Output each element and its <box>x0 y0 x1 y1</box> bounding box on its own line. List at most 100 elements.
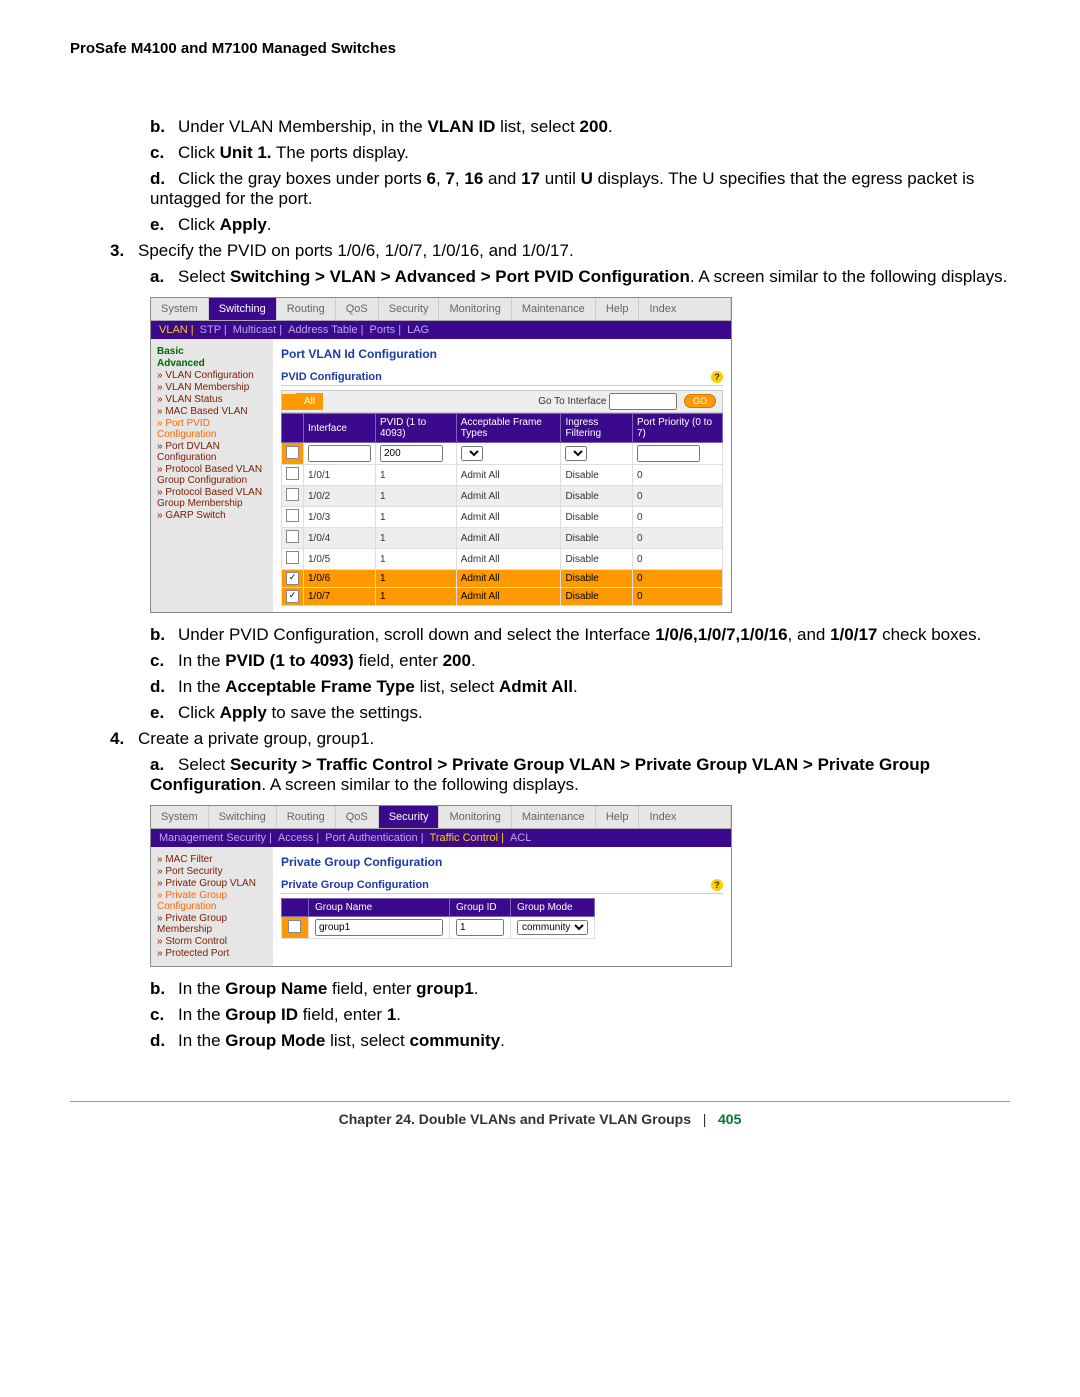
cell-aft: Admit All <box>456 486 561 507</box>
panel-title: Port VLAN Id Configuration <box>281 347 723 361</box>
sidebar-item[interactable]: » Private Group Membership <box>157 913 267 935</box>
col-header: Group Mode <box>511 899 595 917</box>
all-tab[interactable]: All <box>296 393 323 410</box>
cell-prio: 0 <box>632 588 722 606</box>
row-checkbox[interactable] <box>286 467 299 480</box>
pvid-config-screenshot: SystemSwitchingRoutingQoSSecurityMonitor… <box>150 297 732 613</box>
group-name-input[interactable] <box>315 919 443 936</box>
sidebar-basic[interactable]: Basic <box>157 346 267 357</box>
row-checkbox[interactable] <box>286 551 299 564</box>
subnav-access[interactable]: Access | <box>278 832 319 844</box>
cell-interface: 1/0/2 <box>304 486 376 507</box>
tab-monitoring[interactable]: Monitoring <box>439 806 511 828</box>
tab-monitoring[interactable]: Monitoring <box>439 298 511 320</box>
filter-aft-select[interactable] <box>461 446 483 461</box>
cell-prio: 0 <box>632 486 722 507</box>
tab-qos[interactable]: QoS <box>336 806 379 828</box>
tab-security[interactable]: Security <box>379 806 440 828</box>
subnav-vlan[interactable]: VLAN | <box>159 324 194 336</box>
sidebar-item[interactable]: » GARP Switch <box>157 510 267 521</box>
sub-nav: VLAN | STP | Multicast | Address Table | Por… <box>151 321 731 339</box>
subnav-management-security[interactable]: Management Security | <box>159 832 272 844</box>
tab-system[interactable]: System <box>151 298 209 320</box>
cell-aft: Admit All <box>456 465 561 486</box>
panel-title: Private Group Configuration <box>281 855 723 869</box>
subnav-ports[interactable]: Ports | <box>370 324 402 336</box>
tab-help[interactable]: Help <box>596 806 640 828</box>
group-mode-select[interactable]: community <box>517 920 588 935</box>
sidebar-advanced[interactable]: Advanced <box>157 358 267 369</box>
instructions: b.Under VLAN Membership, in the VLAN ID … <box>70 117 1010 1051</box>
col-header <box>282 899 309 917</box>
subnav-multicast[interactable]: Multicast | <box>233 324 282 336</box>
tab-switching[interactable]: Switching <box>209 298 277 320</box>
sidebar-item[interactable]: » Protected Port <box>157 948 267 959</box>
row-checkbox[interactable] <box>286 509 299 522</box>
row-checkbox[interactable] <box>288 920 301 933</box>
sidebar: » MAC Filter» Port Security» Private Gro… <box>151 847 273 966</box>
box-title: Private Group Configuration <box>281 879 429 891</box>
subnav-stp[interactable]: STP | <box>200 324 227 336</box>
go-button[interactable]: GO <box>684 394 716 408</box>
cell-prio: 0 <box>632 570 722 588</box>
sidebar-item[interactable]: » VLAN Membership <box>157 382 267 393</box>
cell-ing: Disable <box>561 588 633 606</box>
cell-interface: 1/0/6 <box>304 570 376 588</box>
tab-routing[interactable]: Routing <box>277 806 336 828</box>
step-4: Create a private group, group1. <box>138 729 374 748</box>
row-checkbox[interactable] <box>286 590 299 603</box>
filter-pvid-input[interactable] <box>380 445 443 462</box>
filter-interface-input[interactable] <box>308 445 371 462</box>
help-icon[interactable]: ? <box>711 879 723 891</box>
sidebar-item[interactable]: » Storm Control <box>157 936 267 947</box>
step-text: Under VLAN Membership, in the <box>178 117 427 136</box>
cell-pvid: 1 <box>376 507 457 528</box>
row-checkbox[interactable] <box>286 572 299 585</box>
sidebar-item[interactable]: » Protocol Based VLAN Group Configuratio… <box>157 464 267 486</box>
subnav-address-table[interactable]: Address Table | <box>288 324 363 336</box>
sidebar-item[interactable]: » Port DVLAN Configuration <box>157 441 267 463</box>
sidebar-item[interactable]: » VLAN Configuration <box>157 370 267 381</box>
tab-help[interactable]: Help <box>596 298 640 320</box>
select-all-checkbox[interactable] <box>286 446 299 459</box>
tab-routing[interactable]: Routing <box>277 298 336 320</box>
filter-ing-select[interactable] <box>565 446 587 461</box>
subnav-lag[interactable]: LAG <box>407 324 429 336</box>
cell-aft: Admit All <box>456 528 561 549</box>
row-checkbox[interactable] <box>286 488 299 501</box>
tab-system[interactable]: System <box>151 806 209 828</box>
sidebar-item[interactable]: » Private Group Configuration <box>157 890 267 912</box>
sidebar-item[interactable]: » MAC Filter <box>157 854 267 865</box>
tab-switching[interactable]: Switching <box>209 806 277 828</box>
main-panel: Port VLAN Id Configuration PVID Configur… <box>273 339 731 612</box>
help-icon[interactable]: ? <box>711 371 723 383</box>
group-id-input[interactable] <box>456 919 504 936</box>
cell-aft: Admit All <box>456 588 561 606</box>
tab-qos[interactable]: QoS <box>336 298 379 320</box>
tab-index[interactable]: Index <box>639 298 731 320</box>
row-checkbox[interactable] <box>286 530 299 543</box>
sidebar-item[interactable]: » MAC Based VLAN <box>157 406 267 417</box>
goto-label: Go To Interface <box>538 396 606 407</box>
cell-pvid: 1 <box>376 588 457 606</box>
subnav-acl[interactable]: ACL <box>510 832 531 844</box>
col-header: Acceptable Frame Types <box>456 414 561 443</box>
sidebar-item[interactable]: » VLAN Status <box>157 394 267 405</box>
filter-prio-input[interactable] <box>637 445 700 462</box>
cell-prio: 0 <box>632 549 722 570</box>
cell-interface: 1/0/7 <box>304 588 376 606</box>
sidebar-item[interactable]: » Private Group VLAN <box>157 878 267 889</box>
subnav-port-authentication[interactable]: Port Authentication | <box>325 832 423 844</box>
sidebar-item[interactable]: » Protocol Based VLAN Group Membership <box>157 487 267 509</box>
tab-maintenance[interactable]: Maintenance <box>512 298 596 320</box>
sidebar-item[interactable]: » Port Security <box>157 866 267 877</box>
tab-maintenance[interactable]: Maintenance <box>512 806 596 828</box>
private-group-screenshot: SystemSwitchingRoutingQoSSecurityMonitor… <box>150 805 732 967</box>
subnav-traffic-control[interactable]: Traffic Control | <box>430 832 504 844</box>
tab-security[interactable]: Security <box>379 298 440 320</box>
col-header: Group Name <box>309 899 450 917</box>
sidebar-item[interactable]: » Port PVID Configuration <box>157 418 267 440</box>
cell-interface: 1/0/4 <box>304 528 376 549</box>
tab-index[interactable]: Index <box>639 806 731 828</box>
goto-interface-input[interactable] <box>609 393 677 410</box>
